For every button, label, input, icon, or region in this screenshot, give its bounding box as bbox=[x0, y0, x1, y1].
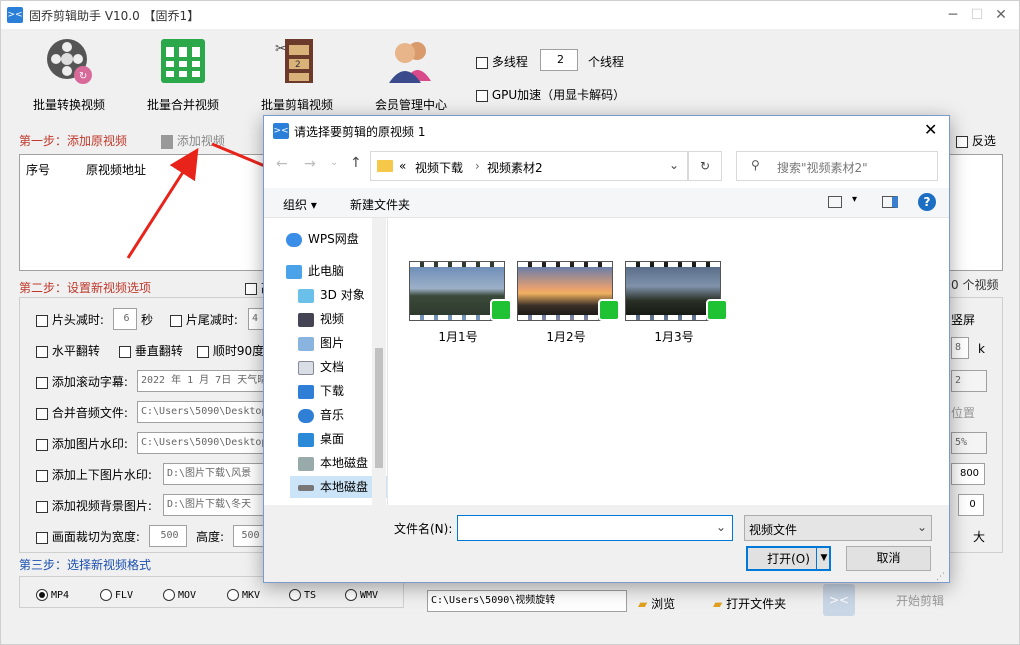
file-item-1[interactable]: 1月1号 bbox=[409, 261, 512, 345]
nav-label: 文档 bbox=[320, 360, 345, 374]
nav-label: 桌面 bbox=[320, 432, 345, 446]
file-item-3[interactable]: 1月3号 bbox=[625, 261, 728, 345]
video-folder-icon bbox=[298, 312, 314, 327]
filename-label: 文件名(N): bbox=[394, 522, 453, 536]
open-split-dropdown-icon[interactable]: ▼ bbox=[816, 548, 831, 569]
command-bar: 组织 ▾ 新建文件夹 ▾ ? bbox=[264, 188, 949, 218]
nav-label: 图片 bbox=[320, 336, 345, 350]
nav-label: 3D 对象 bbox=[320, 288, 365, 302]
nav-label: 音乐 bbox=[320, 408, 345, 422]
download-icon bbox=[298, 384, 314, 399]
navigation-pane[interactable]: WPS网盘 此电脑 3D 对象 视频 图片 文档 下载 音乐 桌面 本地磁盘 本… bbox=[264, 218, 388, 505]
nav-label: 本地磁盘 bbox=[320, 480, 369, 494]
wps-video-icon bbox=[490, 299, 512, 321]
filetype-select[interactable]: 视频文件 ⌄ bbox=[744, 515, 932, 541]
recent-dropdown-icon[interactable]: ⌄ bbox=[330, 157, 338, 168]
nav-label: 本地磁盘 bbox=[320, 456, 369, 470]
organize-label: 组织 bbox=[283, 198, 308, 212]
nav-music[interactable]: 音乐 bbox=[298, 404, 344, 426]
resize-grip-icon[interactable]: ⋰ bbox=[936, 572, 945, 582]
crumb-download[interactable]: 视频下载 bbox=[415, 159, 463, 176]
nav-wps-cloud[interactable]: WPS网盘 bbox=[286, 228, 359, 250]
nav-documents[interactable]: 文档 bbox=[298, 356, 344, 378]
filetype-value: 视频文件 bbox=[749, 523, 798, 537]
file-name: 1月3号 bbox=[654, 330, 694, 344]
nav-3d-objects[interactable]: 3D 对象 bbox=[298, 284, 365, 306]
music-icon bbox=[298, 408, 314, 423]
open-button-label: 打开(O) bbox=[767, 552, 810, 566]
nav-label: WPS网盘 bbox=[308, 232, 359, 246]
dialog-app-icon: >< bbox=[273, 123, 289, 139]
picture-icon bbox=[298, 336, 314, 351]
organize-button[interactable]: 组织 ▾ bbox=[283, 196, 317, 213]
forward-arrow-icon[interactable]: → bbox=[304, 156, 316, 172]
nav-label: 视频 bbox=[320, 312, 345, 326]
nav-label: 此电脑 bbox=[308, 264, 345, 278]
search-box[interactable]: ⚲ 搜索"视频素材2" bbox=[736, 151, 938, 181]
drive-icon bbox=[298, 484, 314, 491]
wps-video-icon bbox=[598, 299, 620, 321]
drive-icon bbox=[298, 456, 314, 471]
file-open-dialog: >< 请选择要剪辑的原视频 1 ✕ ← → ⌄ ↑ « 视频下载 › 视频素材2… bbox=[263, 115, 950, 583]
file-item-2[interactable]: 1月2号 bbox=[517, 261, 620, 345]
open-button[interactable]: 打开(O) ▼ bbox=[746, 546, 831, 571]
nav-videos[interactable]: 视频 bbox=[298, 308, 344, 330]
view-dropdown-icon[interactable]: ▾ bbox=[852, 194, 857, 205]
desktop-icon bbox=[298, 432, 314, 447]
crumb-chevron-icon: › bbox=[475, 159, 480, 173]
nav-scrollbar[interactable] bbox=[372, 218, 386, 505]
search-placeholder: 搜索"视频素材2" bbox=[777, 161, 868, 175]
refresh-icon[interactable]: ↻ bbox=[688, 151, 722, 181]
nav-downloads[interactable]: 下载 bbox=[298, 380, 344, 402]
nav-label: 下载 bbox=[320, 384, 345, 398]
new-folder-button[interactable]: 新建文件夹 bbox=[350, 196, 410, 213]
dialog-title: 请选择要剪辑的原视频 1 bbox=[294, 125, 426, 139]
address-bar[interactable]: « 视频下载 › 视频素材2 ⌄ bbox=[370, 151, 688, 181]
crumb-prefix: « bbox=[399, 159, 407, 173]
nav-pictures[interactable]: 图片 bbox=[298, 332, 344, 354]
cancel-button[interactable]: 取消 bbox=[846, 546, 931, 571]
video-thumbnail bbox=[517, 261, 620, 321]
filename-dropdown-icon[interactable]: ⌄ bbox=[716, 520, 726, 534]
video-thumbnail bbox=[409, 261, 512, 321]
cube-icon bbox=[298, 288, 314, 303]
dialog-title-bar: >< 请选择要剪辑的原视频 1 ✕ bbox=[264, 116, 949, 146]
view-mode-icon[interactable] bbox=[828, 196, 842, 208]
address-dropdown-icon[interactable]: ⌄ bbox=[669, 158, 679, 172]
file-name: 1月2号 bbox=[546, 330, 586, 344]
nav-local-disk-1[interactable]: 本地磁盘 bbox=[298, 452, 368, 474]
crumb-material[interactable]: 视频素材2 bbox=[487, 159, 543, 176]
back-arrow-icon[interactable]: ← bbox=[276, 156, 288, 172]
wps-video-icon bbox=[706, 299, 728, 321]
file-name: 1月1号 bbox=[438, 330, 478, 344]
up-arrow-icon[interactable]: ↑ bbox=[350, 155, 362, 171]
document-icon bbox=[298, 360, 314, 375]
nav-this-pc[interactable]: 此电脑 bbox=[286, 260, 344, 282]
filename-input[interactable]: ⌄ bbox=[457, 515, 733, 541]
computer-icon bbox=[286, 264, 302, 279]
cloud-icon bbox=[286, 232, 302, 247]
dialog-close-icon[interactable]: ✕ bbox=[924, 120, 937, 139]
preview-pane-icon[interactable] bbox=[882, 196, 898, 208]
filetype-dropdown-icon[interactable]: ⌄ bbox=[917, 520, 927, 534]
video-thumbnail bbox=[625, 261, 728, 321]
nav-desktop[interactable]: 桌面 bbox=[298, 428, 344, 450]
search-icon: ⚲ bbox=[751, 158, 760, 172]
help-icon[interactable]: ? bbox=[918, 193, 936, 211]
folder-icon-address bbox=[377, 160, 393, 172]
nav-scrollbar-thumb[interactable] bbox=[375, 348, 383, 468]
arrow-to-add-video bbox=[126, 147, 199, 259]
